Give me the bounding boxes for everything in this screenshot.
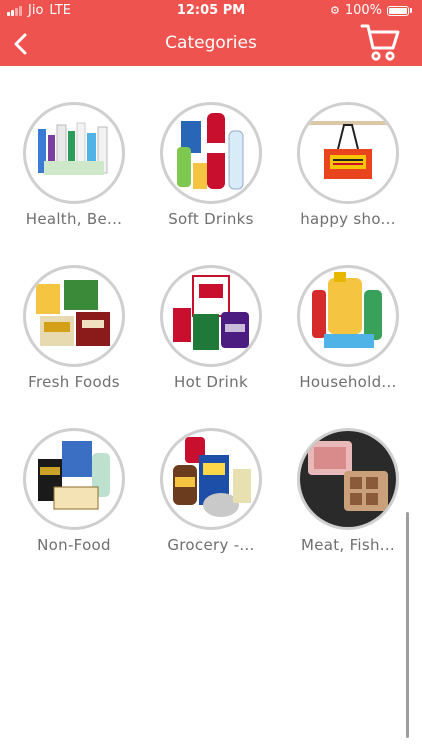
category-image bbox=[297, 428, 399, 530]
shopping-cart-icon bbox=[360, 24, 400, 61]
app-header: Categories bbox=[0, 22, 422, 66]
category-label: Health, Be... bbox=[25, 210, 123, 228]
category-item[interactable]: Household... bbox=[280, 265, 416, 391]
category-image bbox=[160, 265, 262, 367]
category-item[interactable]: Meat, Fish... bbox=[280, 428, 416, 554]
category-item[interactable]: happy sho... bbox=[280, 102, 416, 228]
category-label: Non-Food bbox=[37, 536, 111, 554]
scrollbar[interactable] bbox=[406, 512, 409, 738]
category-label: Household... bbox=[299, 373, 397, 391]
cart-button[interactable] bbox=[360, 22, 402, 64]
category-item[interactable]: Soft Drinks bbox=[143, 102, 279, 228]
status-right: ⚙ 100% bbox=[330, 3, 412, 18]
category-label: Hot Drink bbox=[174, 373, 248, 391]
category-item[interactable]: Grocery -... bbox=[143, 428, 279, 554]
category-item[interactable]: Non-Food bbox=[6, 428, 142, 554]
category-image bbox=[297, 102, 399, 204]
battery-percent: 100% bbox=[344, 3, 382, 18]
page-title: Categories bbox=[165, 33, 257, 53]
category-label: Meat, Fish... bbox=[300, 536, 395, 554]
category-image bbox=[23, 102, 125, 204]
orientation-lock-icon: ⚙ bbox=[329, 4, 340, 17]
category-label: Soft Drinks bbox=[168, 210, 254, 228]
category-image bbox=[23, 265, 125, 367]
category-label: Fresh Foods bbox=[28, 373, 120, 391]
category-item[interactable]: Hot Drink bbox=[143, 265, 279, 391]
category-label: happy sho... bbox=[300, 210, 396, 228]
category-image bbox=[297, 265, 399, 367]
battery-icon bbox=[387, 5, 409, 16]
category-item[interactable]: Health, Be... bbox=[6, 102, 142, 228]
category-image bbox=[160, 102, 262, 204]
category-item[interactable]: Fresh Foods bbox=[6, 265, 142, 391]
category-label: Grocery -... bbox=[167, 536, 255, 554]
category-image bbox=[160, 428, 262, 530]
status-bar: Jio LTE 12:05 PM ⚙ 100% bbox=[0, 0, 422, 22]
battery-cap bbox=[410, 8, 412, 13]
category-image bbox=[23, 428, 125, 530]
